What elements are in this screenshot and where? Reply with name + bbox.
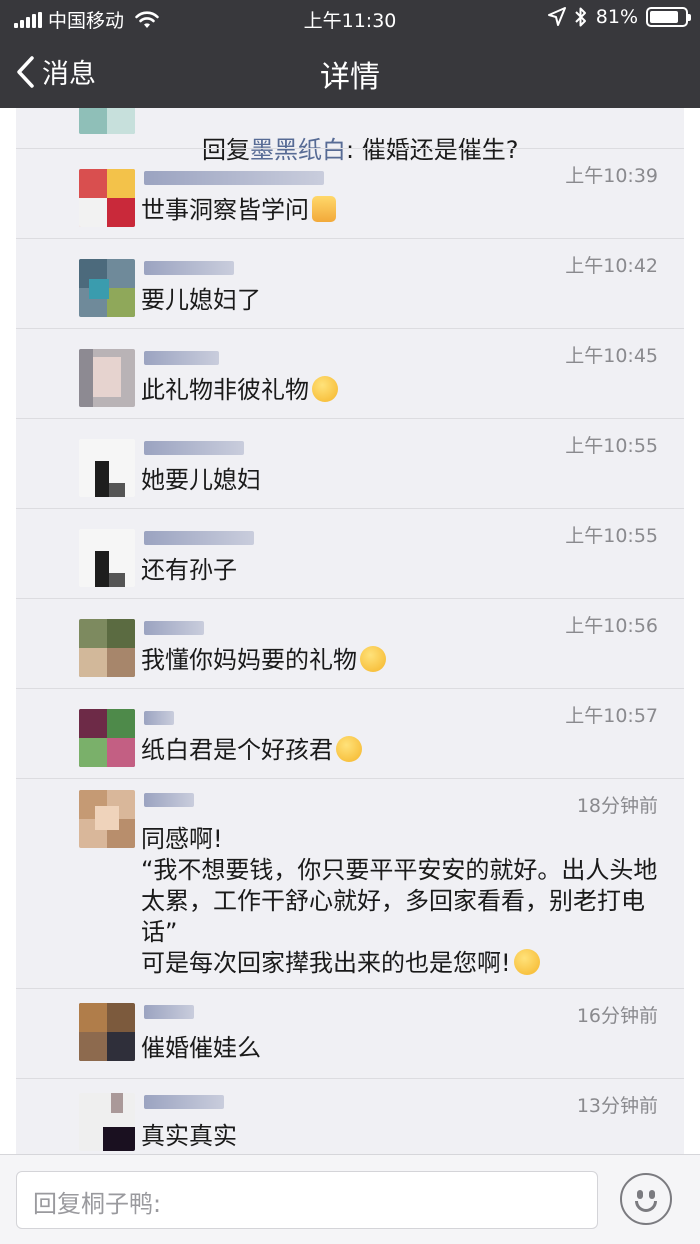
reply-input[interactable]: 回复桐子鸭: xyxy=(16,1171,598,1229)
page-title: 详情 xyxy=(320,60,380,95)
avatar[interactable] xyxy=(79,439,135,497)
username-blurred[interactable] xyxy=(144,711,174,725)
list-item[interactable]: 上午10:39 世事洞察皆学问 xyxy=(16,148,684,238)
comment-time: 上午10:55 xyxy=(565,435,658,457)
avatar[interactable] xyxy=(79,619,135,677)
comment-text: 催婚催娃么 xyxy=(141,1034,261,1062)
smiley-icon-mouth xyxy=(635,1201,657,1212)
list-item[interactable]: 18分钟前 同感啊! “我不想要钱，你只要平平安安的就好。出人头地太累，工作干舒… xyxy=(16,778,684,988)
bluetooth-icon xyxy=(575,7,586,27)
avatar[interactable] xyxy=(79,169,135,227)
avatar[interactable] xyxy=(79,709,135,767)
nav-bar: 消息 详情 xyxy=(0,36,700,108)
comment-text: 我懂你妈妈要的礼物 xyxy=(141,645,661,676)
comment-panel: 回复墨黑纸白: 催婚还是催生? 上午10:39 世事洞察皆学问 上午10:42 … xyxy=(16,108,684,1154)
comment-text: 要儿媳妇了 xyxy=(141,286,261,314)
list-item[interactable]: 上午10:55 还有孙子 xyxy=(16,508,684,598)
comment-time: 上午10:45 xyxy=(565,345,658,367)
smiley-icon xyxy=(637,1190,643,1199)
avatar[interactable] xyxy=(79,529,135,587)
list-item[interactable]: 13分钟前 真实真实 xyxy=(16,1078,684,1154)
comment-time: 18分钟前 xyxy=(576,795,658,817)
username-blurred[interactable] xyxy=(144,793,194,807)
comment-text: 真实真实 xyxy=(141,1122,237,1150)
comment-text: 她要儿媳妇 xyxy=(141,466,261,494)
comment-text: 纸白君是个好孩君 xyxy=(141,735,661,766)
comment-time: 上午10:42 xyxy=(565,255,658,277)
reply-bar: 回复桐子鸭: xyxy=(0,1154,700,1244)
list-item[interactable]: 16分钟前 催婚催娃么 xyxy=(16,988,684,1078)
avatar[interactable] xyxy=(79,108,135,134)
giggle-emoji xyxy=(336,736,362,762)
username-blurred[interactable] xyxy=(144,171,324,185)
comment-time: 16分钟前 xyxy=(576,1005,658,1027)
username-blurred[interactable] xyxy=(144,1005,194,1019)
list-item[interactable]: 上午10:56 我懂你妈妈要的礼物 xyxy=(16,598,684,688)
username-blurred[interactable] xyxy=(144,441,244,455)
thumbs-up-emoji xyxy=(312,196,336,222)
avatar[interactable] xyxy=(79,1003,135,1061)
battery-percent: 81% xyxy=(595,6,638,28)
username-blurred[interactable] xyxy=(144,531,254,545)
avatar[interactable] xyxy=(79,259,135,317)
comment-time: 13分钟前 xyxy=(576,1095,658,1117)
comment-time: 上午10:39 xyxy=(565,165,658,187)
avatar[interactable] xyxy=(79,349,135,407)
list-item[interactable]: 上午10:55 她要儿媳妇 xyxy=(16,418,684,508)
comment-time: 上午10:55 xyxy=(565,525,658,547)
comment-text: 还有孙子 xyxy=(141,556,237,584)
smiley-icon-eye xyxy=(649,1190,655,1199)
emoji-button[interactable] xyxy=(620,1173,672,1225)
list-item[interactable]: 上午10:45 此礼物非彼礼物 xyxy=(16,328,684,418)
comment-text: 世事洞察皆学问 xyxy=(141,195,661,226)
avatar[interactable] xyxy=(79,1093,135,1151)
thinking-emoji xyxy=(312,376,338,402)
list-item[interactable]: 上午10:42 要儿媳妇了 xyxy=(16,238,684,328)
thinking-emoji xyxy=(360,646,386,672)
comment-list[interactable]: 回复墨黑纸白: 催婚还是催生? 上午10:39 世事洞察皆学问 上午10:42 … xyxy=(0,108,700,1154)
comment-time: 上午10:56 xyxy=(565,615,658,637)
location-arrow-icon xyxy=(547,7,566,26)
username-blurred[interactable] xyxy=(144,1095,224,1109)
comment-time: 上午10:57 xyxy=(565,705,658,727)
username-blurred[interactable] xyxy=(144,261,234,275)
avatar[interactable] xyxy=(79,790,135,848)
list-item[interactable]: 回复墨黑纸白: 催婚还是催生? xyxy=(16,108,684,164)
battery-fill xyxy=(650,11,678,23)
laugh-cry-emoji xyxy=(513,949,540,975)
list-item[interactable]: 上午10:57 纸白君是个好孩君 xyxy=(16,688,684,778)
battery-icon xyxy=(646,7,691,27)
status-bar: 中国移动 上午11:30 81% xyxy=(0,0,700,36)
username-blurred[interactable] xyxy=(144,621,204,635)
comment-text: 此礼物非彼礼物 xyxy=(141,375,661,406)
username-blurred[interactable] xyxy=(144,351,219,365)
comment-text: 同感啊! “我不想要钱，你只要平平安安的就好。出人头地太累，工作干舒心就好，多回… xyxy=(141,825,658,977)
